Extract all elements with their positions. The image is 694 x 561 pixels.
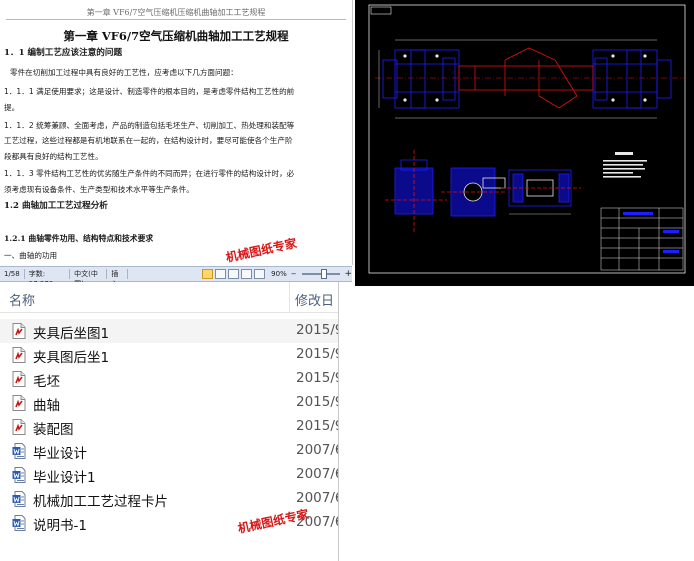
- file-row[interactable]: 曲轴 2015/9: [0, 391, 338, 415]
- file-name: 装配图: [33, 422, 74, 438]
- file-name: 毕业设计: [33, 446, 87, 462]
- chapter-title: 第一章 VF6/7空气压缩机曲轴加工工艺规程: [63, 29, 289, 43]
- front-view: [501, 169, 581, 215]
- column-header-bar: 名称 修改日: [0, 282, 338, 313]
- file-row[interactable]: 夹具后坐图1 2015/9: [0, 319, 338, 343]
- pdf-file-icon: [12, 419, 26, 435]
- file-name: 夹具图后坐1: [33, 350, 110, 366]
- right-bracket: [592, 49, 672, 109]
- file-name: 曲轴: [33, 398, 60, 414]
- file-name: 夹具后坐图1: [33, 326, 110, 342]
- file-row[interactable]: 装配图 2015/9: [0, 415, 338, 439]
- zoom-out-icon[interactable]: −: [291, 270, 297, 278]
- file-date: 2015/9: [296, 322, 339, 338]
- zoom-slider-knob[interactable]: [320, 269, 327, 279]
- page-header: 第一章 VF6/7空气压缩机压缩机曲轴加工工艺规程: [6, 7, 346, 20]
- file-date: 2015/9: [296, 346, 339, 362]
- zoom-in-icon[interactable]: +: [344, 269, 352, 279]
- zoom-level[interactable]: 90%: [271, 270, 287, 278]
- file-explorer: 名称 修改日 夹具后坐图1 2015/9 夹具图后坐1 2015/9 毛坯 2015/9 曲…: [0, 282, 339, 561]
- file-name: 机械加工工艺过程卡片: [33, 494, 168, 510]
- word-status-bar: 1/58 字数: 17,970 中文(中国) 插入 90% − +: [0, 266, 352, 288]
- file-date: 2015/9: [296, 370, 339, 386]
- outline-view-icon[interactable]: [241, 269, 253, 279]
- left-bracket: [382, 49, 460, 109]
- cad-drawing-preview: [355, 0, 694, 286]
- pdf-file-icon: [12, 371, 26, 387]
- title-block: [600, 207, 684, 271]
- column-header-name[interactable]: 名称: [9, 290, 35, 309]
- web-layout-view-icon[interactable]: [228, 269, 240, 279]
- file-date: 2007/6: [296, 466, 339, 482]
- pdf-file-icon: [12, 347, 26, 363]
- pdf-file-icon: [12, 323, 26, 339]
- paragraph: 零件在切削加工过程中具有良好的工艺性，应考虑以下几方面问题：: [10, 68, 238, 77]
- word-document-icon: [12, 467, 26, 483]
- file-date: 2015/9: [296, 418, 339, 434]
- word-document-icon: [12, 491, 26, 507]
- draft-view-icon[interactable]: [254, 269, 266, 279]
- file-name: 毕业设计1: [33, 470, 96, 486]
- full-screen-view-icon[interactable]: [215, 269, 227, 279]
- heading-1-2: 1.2 曲轴加工工艺过程分析: [4, 201, 108, 211]
- file-row[interactable]: 毛坯 2015/9: [0, 367, 338, 391]
- word-document-icon: [12, 515, 26, 531]
- word-count[interactable]: 字数: 17,970: [25, 269, 71, 288]
- pdf-file-icon: [12, 395, 26, 411]
- file-date: 2007/6: [296, 490, 339, 506]
- file-date: 2015/9: [296, 394, 339, 410]
- column-header-date[interactable]: 修改日: [295, 290, 334, 309]
- heading-1-1: 1．1 编制工艺应该注意的问题: [4, 48, 123, 58]
- column-divider[interactable]: [289, 282, 290, 312]
- page-count[interactable]: 1/58: [0, 269, 25, 279]
- paragraph: 提。: [4, 103, 20, 112]
- cad-drawing: [368, 4, 686, 274]
- print-layout-view-icon[interactable]: [202, 269, 214, 279]
- view-buttons: [202, 269, 266, 279]
- zoom-slider[interactable]: [301, 269, 341, 279]
- technical-notes: [603, 152, 647, 178]
- file-row[interactable]: 毕业设计 2007/6: [0, 439, 338, 463]
- file-row[interactable]: 夹具图后坐1 2015/9: [0, 343, 338, 367]
- insert-mode[interactable]: 插入: [107, 269, 129, 288]
- file-name: 说明书-1: [33, 518, 87, 534]
- file-row[interactable]: 毕业设计1 2007/6: [0, 463, 338, 487]
- file-name: 毛坯: [33, 374, 60, 390]
- side-view: [385, 150, 447, 232]
- section-view: [441, 167, 507, 217]
- file-date: 2007/6: [296, 442, 339, 458]
- file-row[interactable]: 机械加工工艺过程卡片 2007/6: [0, 487, 338, 511]
- word-document-icon: [12, 443, 26, 459]
- document-page: 第一章 VF6/7空气压缩机压缩机曲轴加工工艺规程 第一章 VF6/7空气压缩机…: [0, 0, 353, 265]
- language-indicator[interactable]: 中文(中国): [70, 269, 108, 288]
